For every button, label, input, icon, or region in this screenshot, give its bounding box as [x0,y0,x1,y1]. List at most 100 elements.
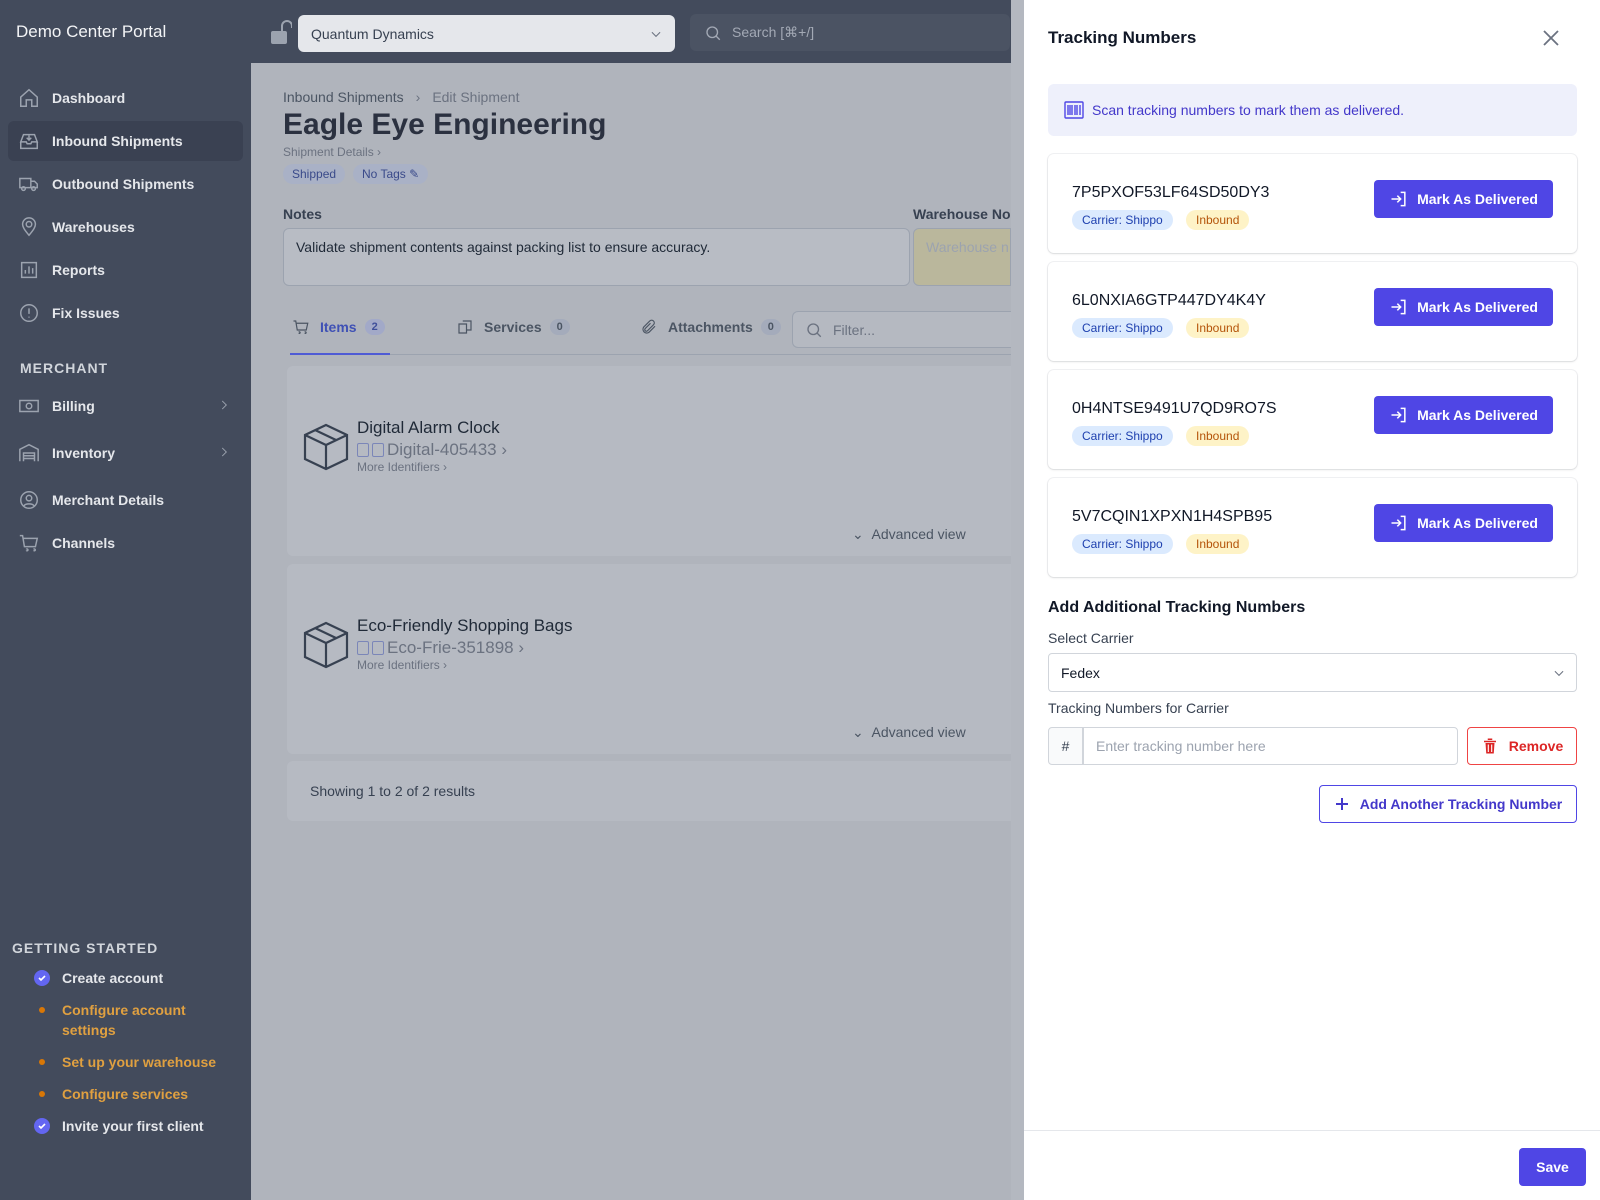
chevron-down-icon: ⌄ [852,724,864,740]
inbox-icon [19,133,39,150]
item-sku-value: Eco-Frie-351898 [387,638,514,657]
more-identifiers-link[interactable]: More Identifiers › [357,460,447,474]
direction-badge: Inbound [1186,210,1250,230]
notes-label: Notes [283,206,322,222]
sidebar-item-merchant-details[interactable]: Merchant Details [8,480,243,520]
warehouse-notes-textarea[interactable]: Warehouse n [913,228,1011,286]
paperclip-icon [642,319,656,334]
sign-in-icon [1391,407,1406,423]
close-icon[interactable] [1541,28,1561,48]
checklist-item-invite-first-client[interactable]: Invite your first client [34,1116,204,1136]
sidebar-item-outbound-shipments[interactable]: Outbound Shipments [8,164,243,204]
alert-circle-icon [20,304,38,322]
item-name[interactable]: Digital Alarm Clock [357,418,500,438]
tracking-number: 5V7CQIN1XPXN1H4SPB95 [1072,508,1273,525]
tab-services[interactable]: Services 0 [456,318,570,336]
plus-icon [1335,798,1348,810]
item-sku[interactable]: Digital-405433 › [357,440,507,460]
brand-name[interactable]: Demo Center Portal [16,22,166,42]
direction-badge: Inbound [1186,426,1250,446]
sidebar-item-label: Warehouses [52,219,135,235]
package-icon [303,423,349,471]
sidebar-item-inventory[interactable]: Inventory [8,433,243,473]
more-identifiers-link[interactable]: More Identifiers › [357,658,447,672]
merchant-heading: MERCHANT [20,360,109,376]
item-sku-value: Digital-405433 [387,440,497,459]
advanced-view-toggle[interactable]: ⌄ Advanced view [852,526,966,543]
advanced-view-toggle[interactable]: ⌄ Advanced view [852,724,966,741]
sidebar-item-reports[interactable]: Reports [8,250,243,290]
shopping-cart-icon [19,534,39,552]
organization-select[interactable]: Quantum Dynamics [298,15,675,52]
tracking-number-input[interactable] [1083,727,1458,765]
search-icon [807,322,822,337]
mark-as-delivered-button[interactable]: Mark As Delivered [1374,504,1553,542]
filter-input[interactable]: Filter... [792,311,1011,348]
add-tracking-heading: Add Additional Tracking Numbers [1048,599,1306,616]
checklist-item-label: Configure account settings [62,1002,186,1038]
tracking-numbers-drawer: Tracking Numbers Scan tracking numbers t… [1024,0,1600,1200]
drawer-title: Tracking Numbers [1048,28,1197,47]
dot-icon [34,1054,50,1070]
advanced-view-label: Advanced view [871,526,966,542]
printer-icon[interactable] [372,641,384,655]
sidebar-item-billing[interactable]: Billing [8,386,243,426]
money-icon [19,399,39,413]
copy-icon[interactable] [357,443,369,457]
global-search[interactable]: Search [⌘+/] [690,14,1010,51]
carrier-select[interactable]: Fedex [1048,653,1577,692]
sidebar-item-channels[interactable]: Channels [8,523,243,563]
dot-icon [34,1002,50,1018]
tracking-card: 7P5PXOF53LF64SD50DY3 Carrier: Shippo Inb… [1048,154,1577,253]
breadcrumb-edit-shipment: Edit Shipment [432,89,520,105]
item-sku[interactable]: Eco-Frie-351898 › [357,638,524,658]
organization-select-value: Quantum Dynamics [311,25,434,42]
checklist-item-set-up-warehouse[interactable]: Set up your warehouse [34,1052,216,1072]
direction-badge: Inbound [1186,534,1250,554]
sidebar-item-label: Inventory [52,445,116,461]
check-circle-icon [34,1118,50,1134]
add-another-tracking-button[interactable]: Add Another Tracking Number [1319,785,1577,823]
unlock-icon[interactable] [270,20,292,46]
checklist-item-configure-account-settings[interactable]: Configure account settings [34,1000,234,1040]
tab-items[interactable]: Items 2 [292,318,385,336]
printer-icon[interactable] [372,443,384,457]
checklist-item-label: Configure services [62,1086,189,1102]
item-name[interactable]: Eco-Friendly Shopping Bags [357,616,572,636]
sidebar: Demo Center Portal Dashboard Inbound Shi… [0,0,251,1200]
button-label: Mark As Delivered [1417,299,1538,315]
bar-chart-icon [20,261,38,279]
carrier-badge: Carrier: Shippo [1072,318,1173,338]
shipment-details-link[interactable]: Shipment Details › [283,145,381,159]
warehouse-icon [19,443,39,462]
getting-started-heading: GETTING STARTED [12,940,159,956]
tab-attachments[interactable]: Attachments 0 [640,318,781,336]
breadcrumb-inbound-shipments[interactable]: Inbound Shipments [283,89,404,105]
tracking-number: 7P5PXOF53LF64SD50DY3 [1072,184,1270,201]
map-pin-icon [21,217,37,237]
pencil-icon: ✎ [409,167,420,181]
checklist-item-create-account[interactable]: Create account [34,968,163,988]
search-icon [706,25,721,40]
checklist-item-configure-services[interactable]: Configure services [34,1084,188,1104]
warehouse-notes-label: Warehouse No [913,206,1011,222]
sidebar-item-dashboard[interactable]: Dashboard [8,78,243,118]
sidebar-item-inbound-shipments[interactable]: Inbound Shipments [8,121,243,161]
sidebar-item-warehouses[interactable]: Warehouses [8,207,243,247]
select-carrier-label: Select Carrier [1048,630,1134,646]
mark-as-delivered-button[interactable]: Mark As Delivered [1374,180,1553,218]
button-label: Mark As Delivered [1417,515,1538,531]
save-button[interactable]: Save [1519,1148,1586,1186]
mark-as-delivered-button[interactable]: Mark As Delivered [1374,396,1553,434]
sidebar-item-fix-issues[interactable]: Fix Issues [8,293,243,333]
tracking-for-carrier-label: Tracking Numbers for Carrier [1048,700,1229,716]
mark-as-delivered-button[interactable]: Mark As Delivered [1374,288,1553,326]
notes-textarea[interactable]: Validate shipment contents against packi… [283,228,910,286]
copy-icon[interactable] [357,641,369,655]
remove-button[interactable]: Remove [1467,727,1577,765]
carrier-badge: Carrier: Shippo [1072,210,1173,230]
services-icon [458,320,472,334]
button-label: Add Another Tracking Number [1359,796,1563,812]
chevron-down-icon: ⌄ [852,526,864,542]
tags-badge[interactable]: No Tags ✎ [353,164,429,184]
